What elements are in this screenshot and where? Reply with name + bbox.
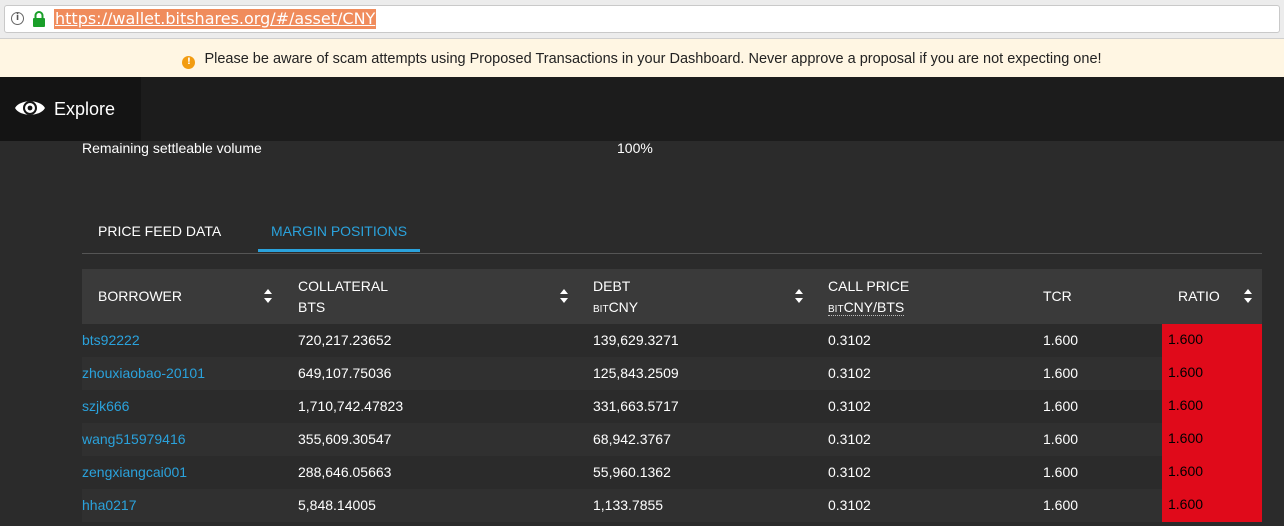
ratio-value: 1.600 [1162, 456, 1262, 489]
call-price-value: 0.3102 [828, 365, 871, 381]
collateral-unit: BTS [298, 299, 326, 315]
debt-column-header[interactable]: DEBT bitCNY [593, 269, 793, 324]
ratio-header-label: RATIO [1178, 288, 1220, 304]
info-icon[interactable]: i [11, 12, 24, 25]
ratio-value: 1.600 [1162, 390, 1262, 423]
explore-button[interactable]: Explore [0, 77, 141, 141]
ratio-value: 1.600 [1162, 489, 1262, 522]
settleable-volume-row: Remaining settleable volume 100% [82, 140, 782, 160]
debt-value: 331,663.5717 [593, 398, 679, 414]
call-price-unit: bitCNY/BTS [828, 299, 905, 316]
sort-ratio-icon[interactable] [1244, 289, 1252, 303]
tab-margin-positions[interactable]: MARGIN POSITIONS [258, 216, 420, 252]
call-price-value: 0.3102 [828, 497, 871, 513]
tcr-value: 1.600 [1043, 365, 1079, 381]
collateral-value: 720,217.23652 [298, 332, 392, 348]
table-row: zhouxiaobao-20101 649,107.75036 125,843.… [82, 357, 1262, 390]
tab-price-feed-data[interactable]: PRICE FEED DATA [82, 216, 258, 252]
sort-borrower-icon[interactable] [264, 289, 272, 303]
call-price-column-header[interactable]: CALL PRICE bitCNY/BTS [828, 269, 1018, 324]
debt-value: 125,843.2509 [593, 365, 679, 381]
borrower-link[interactable]: zhouxiaobao-20101 [82, 357, 205, 390]
top-navigation: Explore [0, 77, 1284, 141]
borrower-link[interactable]: hha0217 [82, 489, 137, 522]
debt-unit: bitCNY [593, 299, 639, 315]
address-bar[interactable]: i https://wallet.bitshares.org/#/asset/C… [4, 5, 1280, 33]
table-row: bts92222 720,217.23652 139,629.3271 0.31… [82, 324, 1262, 357]
collateral-value: 355,609.30547 [298, 431, 392, 447]
borrower-column-header[interactable]: BORROWER [98, 269, 278, 324]
collateral-value: 649,107.75036 [298, 365, 392, 381]
table-body: bts92222 720,217.23652 139,629.3271 0.31… [82, 324, 1262, 522]
scam-warning-banner: ! Please be aware of scam attempts using … [0, 39, 1284, 77]
borrower-link[interactable]: wang515979416 [82, 423, 186, 456]
collateral-value: 1,710,742.47823 [298, 398, 404, 414]
call-price-header-label: CALL PRICE [828, 278, 910, 294]
lock-icon[interactable] [32, 11, 46, 27]
borrower-link[interactable]: bts92222 [82, 324, 140, 357]
collateral-header-label: COLLATERAL [298, 278, 388, 294]
tcr-value: 1.600 [1043, 398, 1079, 414]
borrower-link[interactable]: zengxiangcai001 [82, 456, 187, 489]
browser-toolbar: i https://wallet.bitshares.org/#/asset/C… [0, 0, 1284, 39]
eye-icon [15, 101, 45, 115]
url-text[interactable]: https://wallet.bitshares.org/#/asset/CNY [54, 9, 377, 29]
ratio-value: 1.600 [1162, 423, 1262, 456]
debt-header-label: DEBT [593, 278, 631, 294]
table-row: szjk666 1,710,742.47823 331,663.5717 0.3… [82, 390, 1262, 423]
tcr-value: 1.600 [1043, 464, 1079, 480]
debt-value: 68,942.3767 [593, 431, 671, 447]
ratio-column-header[interactable]: RATIO [1178, 269, 1248, 324]
collateral-value: 5,848.14005 [298, 497, 376, 513]
settleable-volume-value: 100% [617, 140, 653, 156]
sort-debt-icon[interactable] [795, 289, 803, 303]
call-price-value: 0.3102 [828, 464, 871, 480]
debt-value: 1,133.7855 [593, 497, 664, 513]
call-price-value: 0.3102 [828, 431, 871, 447]
warning-icon: ! [182, 56, 196, 69]
table-header: BORROWER COLLATERAL BTS DEBT bitCNY CALL… [82, 269, 1262, 324]
call-price-value: 0.3102 [828, 398, 871, 414]
table-row: zengxiangcai001 288,646.05663 55,960.136… [82, 456, 1262, 489]
tcr-value: 1.600 [1043, 497, 1079, 513]
tcr-header-label: TCR [1043, 288, 1072, 304]
debt-value: 139,629.3271 [593, 332, 679, 348]
borrower-header-label: BORROWER [98, 288, 182, 304]
banner-text: Please be aware of scam attempts using P… [204, 51, 1102, 67]
asset-tabs: PRICE FEED DATA MARGIN POSITIONS [82, 216, 1262, 254]
call-price-value: 0.3102 [828, 332, 871, 348]
tcr-value: 1.600 [1043, 431, 1079, 447]
sort-collateral-icon[interactable] [560, 289, 568, 303]
collateral-column-header[interactable]: COLLATERAL BTS [298, 269, 538, 324]
table-row: hha0217 5,848.14005 1,133.7855 0.3102 1.… [82, 489, 1262, 522]
tcr-value: 1.600 [1043, 332, 1079, 348]
borrower-link[interactable]: szjk666 [82, 390, 129, 423]
margin-positions-table: BORROWER COLLATERAL BTS DEBT bitCNY CALL… [82, 269, 1262, 522]
table-row: wang515979416 355,609.30547 68,942.3767 … [82, 423, 1262, 456]
debt-value: 55,960.1362 [593, 464, 671, 480]
ratio-value: 1.600 [1162, 324, 1262, 357]
settleable-volume-label: Remaining settleable volume [82, 140, 262, 156]
collateral-value: 288,646.05663 [298, 464, 392, 480]
explore-label: Explore [54, 99, 116, 119]
tcr-column-header[interactable]: TCR [1043, 269, 1123, 324]
ratio-value: 1.600 [1162, 357, 1262, 390]
